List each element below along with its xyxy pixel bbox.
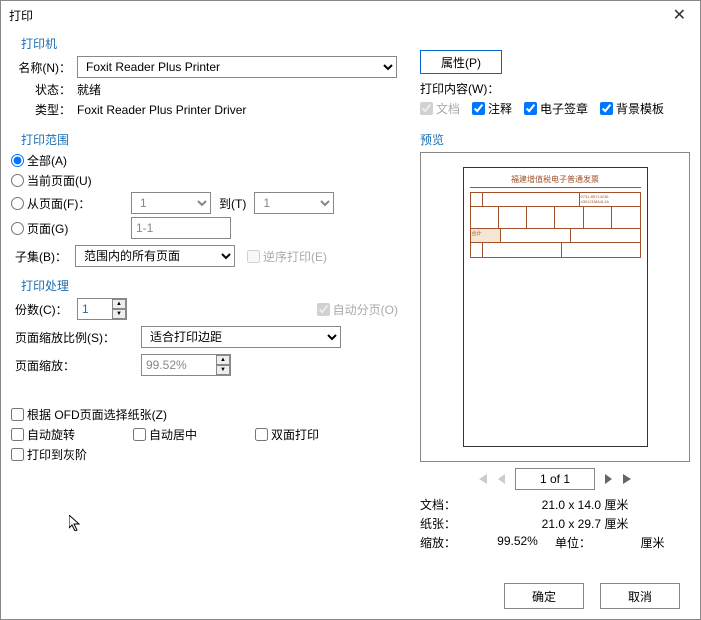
subset-select[interactable]: 范围内的所有页面 [75,245,235,267]
scale-mode-select[interactable]: 适合打印边距 [141,326,341,348]
printer-name-select[interactable]: Foxit Reader Plus Printer [77,56,397,78]
preview-info: 文档：21.0 x 14.0 厘米 纸张：21.0 x 29.7 厘米 缩放：9… [420,496,690,551]
properties-button[interactable]: 属性(P) [420,50,502,74]
printer-name-label: 名称(N)： [11,59,71,76]
paper-size-value: 21.0 x 29.7 厘米 [480,515,690,532]
scale-label: 页面缩放： [15,357,135,374]
ok-button[interactable]: 确定 [504,583,584,609]
content-annot-checkbox[interactable]: 注释 [472,100,512,117]
printer-status-label: 状态： [11,81,71,98]
range-from-select[interactable]: 1 [131,192,211,214]
invoice-title: 福建增值税电子普通发票 [470,174,641,188]
page-indicator-input[interactable] [515,468,595,490]
handling-section-title: 打印处理 [21,277,410,294]
print-gray-checkbox[interactable]: 打印到灰阶 [11,446,87,463]
first-page-icon[interactable] [475,472,489,486]
unit-label: 单位： [555,534,615,551]
last-page-icon[interactable] [621,472,635,486]
range-to-label: 到(T) [219,195,246,212]
print-content-label: 打印内容(W)： [420,80,499,97]
auto-rotate-checkbox[interactable]: 自动旋转 [11,426,121,443]
subset-label: 子集(B)： [15,248,69,265]
range-current-radio[interactable]: 当前页面(U) [11,172,92,189]
content-doc-checkbox: 文档 [420,100,460,117]
doc-size-value: 21.0 x 14.0 厘米 [480,496,690,513]
ofd-paper-checkbox[interactable]: 根据 OFD页面选择纸张(Z) [11,406,167,423]
preview-section-title: 预览 [420,131,690,148]
close-icon[interactable]: ✕ [667,5,692,25]
reverse-checkbox: 逆序打印(E) [247,248,327,265]
copies-label: 份数(C)： [15,301,71,318]
printer-type-value: Foxit Reader Plus Printer Driver [77,103,246,117]
titlebar: 打印 ✕ [1,1,700,29]
range-section-title: 打印范围 [21,131,410,148]
doc-size-label: 文档： [420,496,480,513]
cancel-button[interactable]: 取消 [600,583,680,609]
range-from-radio[interactable]: 从页面(F)： [11,195,131,212]
preview-page: 福建增值税电子普通发票 0731-85714236430121MA4L16 合计 [463,167,648,447]
dialog-title: 打印 [9,7,667,24]
next-page-icon[interactable] [601,472,615,486]
content-esign-checkbox[interactable]: 电子签章 [524,100,588,117]
range-pages-input[interactable] [131,217,231,239]
zoom-info-label: 缩放： [420,534,480,551]
preview-pane: 福建增值税电子普通发票 0731-85714236430121MA4L16 合计 [420,152,690,462]
page-nav [420,468,690,490]
range-all-radio[interactable]: 全部(A) [11,152,67,169]
printer-status-value: 就绪 [77,81,101,98]
collate-checkbox: 自动分页(O) [317,301,398,318]
duplex-checkbox[interactable]: 双面打印 [255,426,319,443]
auto-center-checkbox[interactable]: 自动居中 [133,426,243,443]
content-bgtpl-checkbox[interactable]: 背景模板 [600,100,664,117]
zoom-info-value: 99.52% [480,534,555,551]
paper-size-label: 纸张： [420,515,480,532]
range-pages-radio[interactable]: 页面(G) [11,220,131,237]
scale-mode-label: 页面缩放比例(S)： [15,329,135,346]
range-to-select[interactable]: 1 [254,192,334,214]
printer-section-title: 打印机 [21,35,410,52]
unit-value: 厘米 [615,534,690,551]
printer-type-label: 类型： [11,101,71,118]
scale-spinner[interactable]: ▲▼ [216,355,230,375]
prev-page-icon[interactable] [495,472,509,486]
copies-spinner[interactable]: ▲▼ [112,299,126,319]
dialog-footer: 确定 取消 [504,583,680,609]
